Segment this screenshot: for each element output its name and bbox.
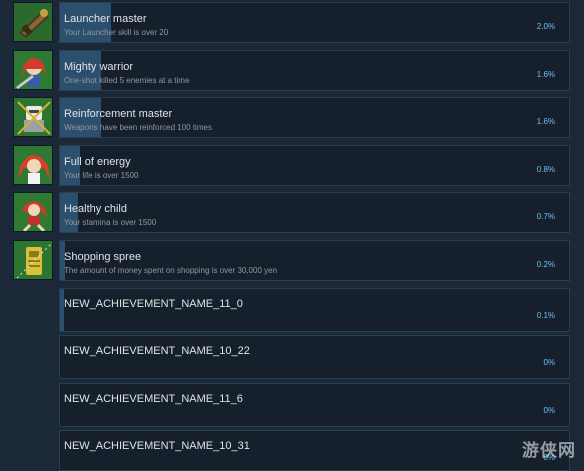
warrior-girl-icon	[13, 50, 53, 90]
achievement-card: NEW_ACHIEVEMENT_NAME_10_22 0%	[59, 335, 570, 379]
achievement-title: NEW_ACHIEVEMENT_NAME_10_31	[64, 440, 250, 452]
achievement-title: Full of energy	[64, 156, 131, 168]
achievement-title: NEW_ACHIEVEMENT_NAME_10_22	[64, 345, 250, 357]
achievement-card: Launcher master Your Launcher skill is o…	[59, 2, 570, 43]
unlock-percentage: 0.7%	[536, 212, 555, 221]
unlock-percentage: 0.2%	[536, 260, 555, 269]
achievement-card: Reinforcement master Weapons have been r…	[59, 97, 570, 138]
unlock-percentage: 2.0%	[536, 22, 555, 31]
achievement-row[interactable]: Launcher master Your Launcher skill is o…	[0, 2, 584, 44]
achievement-row[interactable]: NEW_ACHIEVEMENT_NAME_10_31 0%	[0, 430, 584, 471]
unlock-percentage: 0.8%	[536, 165, 555, 174]
achievement-card: Mighty warrior One-shot killed 5 enemies…	[59, 50, 570, 91]
achievement-title: Mighty warrior	[64, 61, 134, 73]
achievement-card: Shopping spree The amount of money spent…	[59, 240, 570, 281]
achievement-row[interactable]: Healthy child Your stamina is over 1500 …	[0, 192, 584, 234]
achievement-title: Healthy child	[64, 203, 127, 215]
achievement-card: NEW_ACHIEVEMENT_NAME_10_31 0%	[59, 430, 570, 471]
unlock-percentage: 1.6%	[536, 117, 555, 126]
achievement-row[interactable]: NEW_ACHIEVEMENT_NAME_10_22 0%	[0, 335, 584, 379]
achievement-description: Weapons have been reinforced 100 times	[64, 123, 212, 132]
achievement-card: NEW_ACHIEVEMENT_NAME_11_6 0%	[59, 383, 570, 427]
energetic-girl-icon	[13, 145, 53, 185]
unlock-percentage: 0%	[543, 406, 555, 415]
progress-bar	[60, 289, 64, 331]
achievement-row[interactable]: Mighty warrior One-shot killed 5 enemies…	[0, 50, 584, 92]
achievement-row[interactable]: NEW_ACHIEVEMENT_NAME_11_0 0.1%	[0, 288, 584, 332]
achievement-description: One-shot killed 5 enemies at a time	[64, 76, 190, 85]
achievement-row[interactable]: Full of energy Your life is over 1500 0.…	[0, 145, 584, 187]
achievement-row[interactable]: NEW_ACHIEVEMENT_NAME_11_6 0%	[0, 383, 584, 427]
site-watermark: 游侠网	[522, 441, 576, 460]
achievement-title: Launcher master	[64, 13, 147, 25]
unlock-percentage: 0%	[543, 358, 555, 367]
reinforce-robot-icon	[13, 97, 53, 137]
achievement-title: NEW_ACHIEVEMENT_NAME_11_6	[64, 393, 243, 405]
achievement-row[interactable]: Reinforcement master Weapons have been r…	[0, 97, 584, 139]
achievement-description: The amount of money spent on shopping is…	[64, 266, 278, 275]
achievement-card: Healthy child Your stamina is over 1500 …	[59, 192, 570, 233]
achievement-card: Full of energy Your life is over 1500 0.…	[59, 145, 570, 186]
achievement-description: Your Launcher skill is over 20	[64, 28, 169, 37]
achievement-row[interactable]: Shopping spree The amount of money spent…	[0, 240, 584, 282]
achievement-title: Shopping spree	[64, 251, 142, 263]
achievement-list: Launcher master Your Launcher skill is o…	[0, 0, 584, 471]
unlock-percentage: 1.6%	[536, 70, 555, 79]
running-girl-icon	[13, 192, 53, 232]
achievement-title: NEW_ACHIEVEMENT_NAME_11_0	[64, 298, 243, 310]
achievement-card: NEW_ACHIEVEMENT_NAME_11_0 0.1%	[59, 288, 570, 332]
shopping-card-icon	[13, 240, 53, 280]
achievement-title: Reinforcement master	[64, 108, 173, 120]
launcher-weapon-icon	[13, 2, 53, 42]
achievement-description: Your life is over 1500	[64, 171, 139, 180]
unlock-percentage: 0.1%	[536, 311, 555, 320]
achievement-description: Your stamina is over 1500	[64, 218, 157, 227]
